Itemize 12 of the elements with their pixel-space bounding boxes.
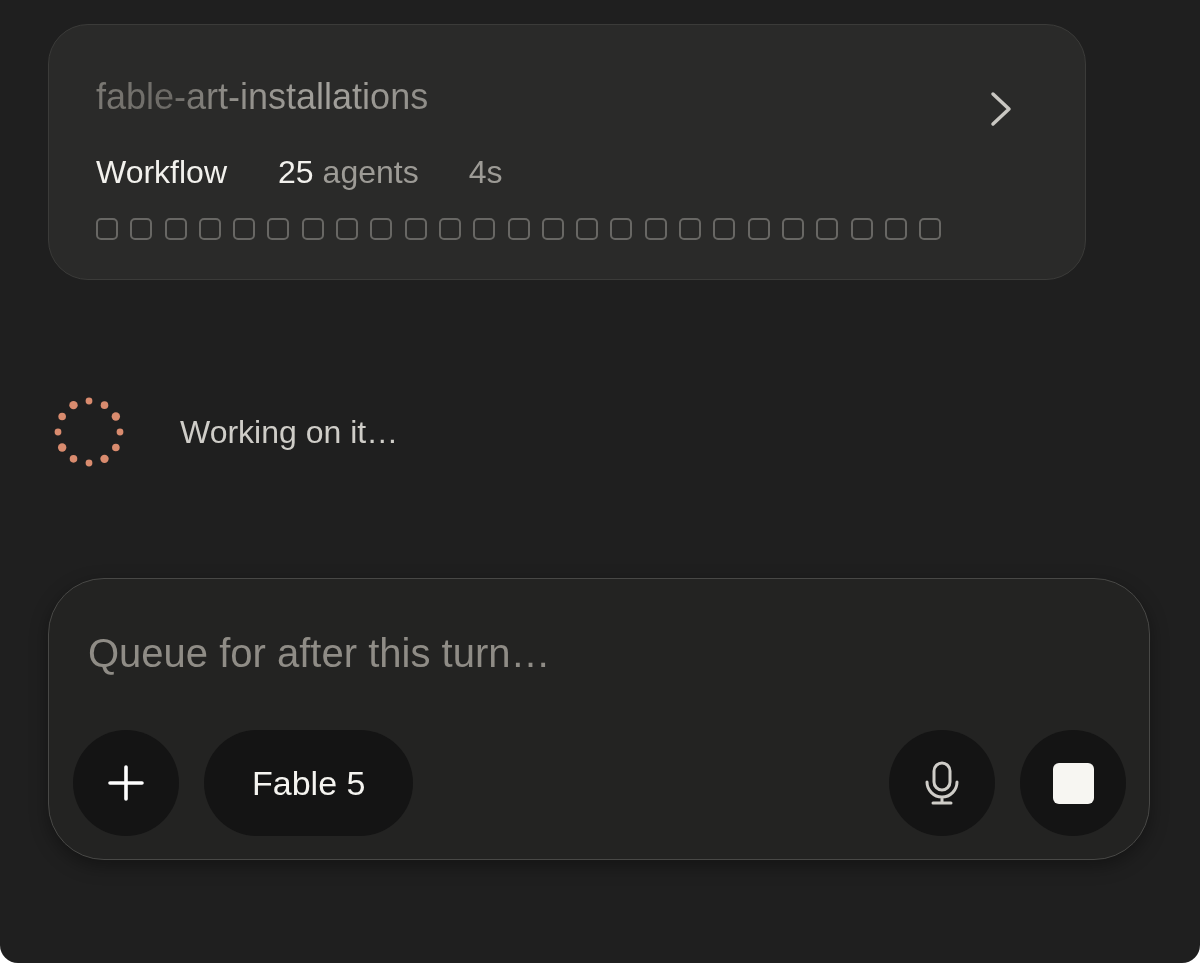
- message-input[interactable]: Queue for after this turn…: [88, 629, 988, 678]
- stop-icon: [1052, 762, 1094, 804]
- agent-label: agents: [322, 153, 419, 192]
- workflow-type: Workflow: [96, 153, 227, 192]
- status-text: Working on it…: [180, 413, 399, 452]
- plus-icon: [108, 765, 144, 801]
- elapsed-time: 4s: [468, 153, 503, 192]
- agent-count: 25: [278, 153, 314, 192]
- workflow-card[interactable]: fable-art-installations Workflow 25 agents 4s: [48, 24, 1086, 280]
- microphone-icon: [924, 761, 960, 805]
- chevron-right-icon: [989, 91, 1013, 127]
- model-selector-button[interactable]: Fable 5: [204, 730, 414, 836]
